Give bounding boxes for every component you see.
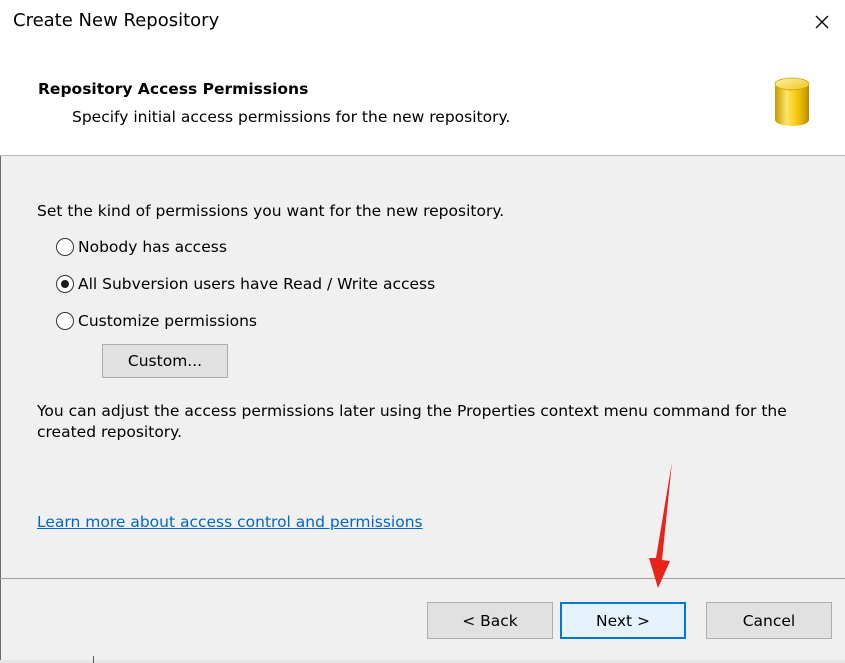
learn-more-link[interactable]: Learn more about access control and perm… xyxy=(37,513,423,531)
wizard-header: Repository Access Permissions Specify in… xyxy=(0,44,845,156)
title-bar: Create New Repository xyxy=(0,0,845,44)
background-edge-mark xyxy=(93,656,94,663)
footer-divider xyxy=(0,578,845,579)
radio-button[interactable] xyxy=(56,238,74,256)
close-button[interactable] xyxy=(799,0,845,44)
radio-label: All Subversion users have Read / Write a… xyxy=(78,275,436,293)
permissions-note: You can adjust the access permissions la… xyxy=(37,402,787,441)
radio-button[interactable] xyxy=(56,275,74,293)
instruction-text: Set the kind of permissions you want for… xyxy=(37,202,505,220)
radio-label: Customize permissions xyxy=(78,312,258,330)
close-icon xyxy=(815,15,829,29)
next-button[interactable]: Next > xyxy=(560,602,686,639)
radio-customize-permissions[interactable]: Customize permissions xyxy=(56,310,257,332)
page-title: Repository Access Permissions xyxy=(38,80,309,98)
radio-all-users-readwrite[interactable]: All Subversion users have Read / Write a… xyxy=(56,273,435,295)
page-subtitle: Specify initial access permissions for t… xyxy=(72,108,511,126)
custom-button[interactable]: Custom... xyxy=(102,344,228,378)
radio-label: Nobody has access xyxy=(78,238,227,256)
window-title: Create New Repository xyxy=(13,10,220,31)
cancel-button[interactable]: Cancel xyxy=(706,602,832,639)
database-cylinder-icon xyxy=(774,77,810,126)
radio-button[interactable] xyxy=(56,312,74,330)
radio-nobody-access[interactable]: Nobody has access xyxy=(56,236,227,258)
back-button[interactable]: < Back xyxy=(427,602,553,639)
